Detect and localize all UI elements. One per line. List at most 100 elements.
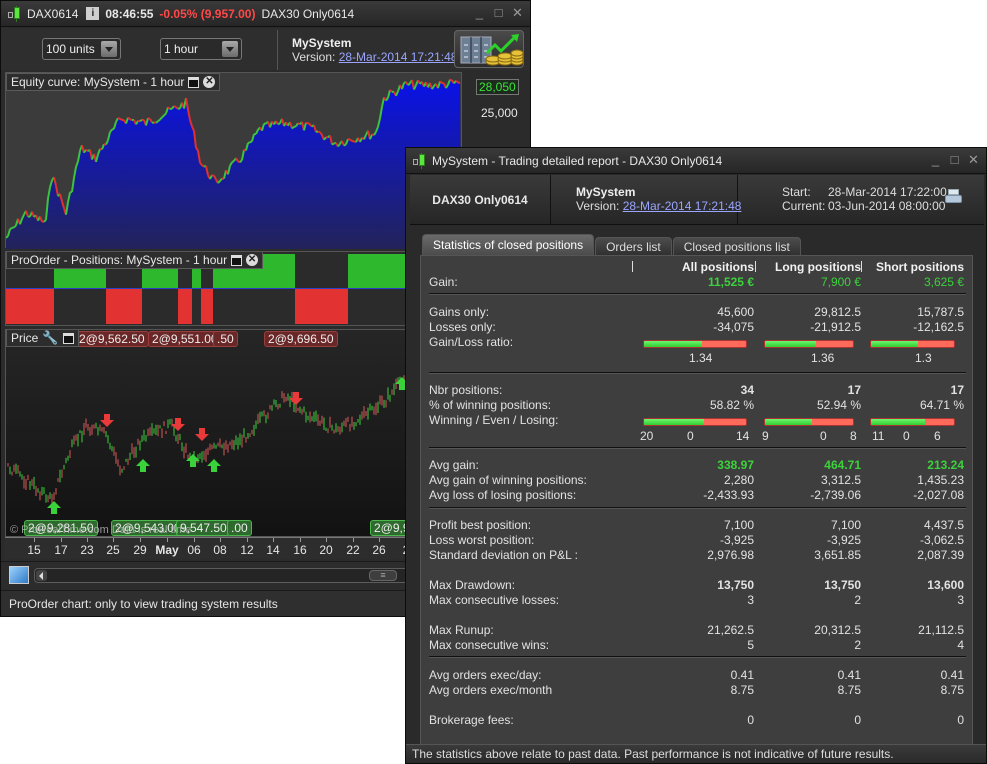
window-icon[interactable] xyxy=(231,254,243,266)
stat-value-all: 338.97 xyxy=(717,458,754,472)
chart-settings-icon[interactable] xyxy=(9,566,29,584)
current-value: 03-Jun-2014 08:00:00 xyxy=(828,199,946,213)
stat-row-profit-best: Profit best position: 7,100 7,100 4,437.5 xyxy=(421,518,974,533)
sell-arrow-icon xyxy=(195,428,209,441)
stat-value-long: 2 xyxy=(854,593,861,607)
close-icon[interactable]: ✕ xyxy=(203,76,216,88)
wrench-icon[interactable]: 🔧 xyxy=(42,330,58,346)
stat-label: Winning / Even / Losing: xyxy=(429,413,559,427)
stat-row-avg-orders-month: Avg orders exec/month 8.75 8.75 8.75 xyxy=(421,683,974,698)
sell-arrow-icon xyxy=(171,418,185,431)
stat-value-short: 8.75 xyxy=(940,683,964,697)
equity-segment xyxy=(139,119,143,123)
equity-segment xyxy=(175,106,179,110)
quantity-select[interactable]: 100 units xyxy=(42,38,121,60)
close-icon[interactable]: ✕ xyxy=(246,254,259,266)
stat-row-max-drawdown: Max Drawdown: 13,750 13,750 13,600 xyxy=(421,578,974,593)
stat-value-all: 3 xyxy=(747,593,754,607)
stat-row-avg-gain: Avg gain: 338.97 464.71 213.24 xyxy=(421,458,974,473)
window-icon[interactable] xyxy=(62,332,74,344)
minimize-button[interactable]: _ xyxy=(929,152,942,168)
version-link[interactable]: 28-Mar-2014 17:21:48 xyxy=(339,50,458,64)
equity-segment xyxy=(441,82,445,85)
short-position-segment xyxy=(295,289,348,324)
equity-segment xyxy=(157,118,161,123)
stat-row-win-even-lose: Winning / Even / Losing: 20 0 14 9 0 8 11 0 6 xyxy=(421,413,974,443)
stat-row-nbr-positions: Nbr positions: 34 17 17 xyxy=(421,383,974,398)
equity-panel-label: Equity curve: MySystem - 1 hour ✕ xyxy=(6,73,221,91)
x-axis-tick-mark xyxy=(220,538,221,542)
printer-icon[interactable] xyxy=(945,189,962,206)
x-axis-tick-mark xyxy=(194,538,195,542)
equity-segment xyxy=(439,80,443,84)
tab-statistics[interactable]: Statistics of closed positions xyxy=(422,234,595,256)
stat-label: Max Runup: xyxy=(429,623,494,637)
stat-value-all: -34,075 xyxy=(713,320,754,334)
version-link[interactable]: 28-Mar-2014 17:21:48 xyxy=(623,199,742,213)
minimize-button[interactable]: _ xyxy=(473,5,486,21)
win-portion xyxy=(871,419,925,425)
stat-value-long: 3,312.5 xyxy=(820,473,861,487)
x-axis-tick: 22 xyxy=(346,543,360,557)
stat-row-std-dev: Standard deviation on P&L : 2,976.98 3,651… xyxy=(421,548,974,563)
stat-value-all: 58.82 % xyxy=(709,398,754,412)
report-window-titlebar[interactable]: MySystem - Trading detailed report - DAX… xyxy=(406,148,986,174)
maximize-button[interactable]: □ xyxy=(948,152,961,168)
stat-value-short: 2,087.39 xyxy=(917,548,964,562)
equity-segment xyxy=(13,224,17,229)
equity-segment xyxy=(277,122,281,126)
stat-value-long: -2,739.06 xyxy=(810,488,861,502)
equity-segment xyxy=(249,140,253,144)
equity-area xyxy=(6,79,461,249)
stat-label: Losses only: xyxy=(429,320,496,334)
info-icon[interactable]: i xyxy=(86,7,100,20)
timeframe-select[interactable]: 1 hour xyxy=(160,38,242,60)
close-button[interactable]: ✕ xyxy=(967,152,980,168)
x-axis-tick: 08 xyxy=(213,543,227,557)
current-label: Current: xyxy=(782,199,826,213)
tab-orders-list[interactable]: Orders list xyxy=(595,237,672,256)
equity-panel-title: Equity curve: MySystem - 1 hour xyxy=(11,75,185,89)
window-icon[interactable] xyxy=(188,76,200,88)
stat-label: Brokerage fees: xyxy=(429,713,514,727)
stat-value-short: 3,625 € xyxy=(923,275,964,289)
chevron-down-icon xyxy=(222,41,238,57)
close-button[interactable]: ✕ xyxy=(511,5,524,21)
maximize-button[interactable]: □ xyxy=(492,5,505,21)
detailed-report-button[interactable] xyxy=(454,30,524,68)
stat-label: Gain: xyxy=(429,275,458,289)
losing-count: 8 xyxy=(850,429,857,443)
column-header-all: All positions xyxy=(682,260,754,274)
report-instrument: DAX30 Only0614 xyxy=(410,175,551,225)
stat-value-all: 11,525 € xyxy=(707,275,754,289)
scroll-left-button[interactable] xyxy=(36,570,47,581)
stat-value-short: 3 xyxy=(957,593,964,607)
stat-value-short: 17 xyxy=(950,383,964,397)
stat-row-max-consec-wins: Max consecutive wins: 5 2 4 xyxy=(421,638,974,653)
instrument-name: DAX30 Only0614 xyxy=(261,6,355,21)
stat-value-short: 21,112.5 xyxy=(918,623,964,637)
scroll-thumb[interactable]: ≡ xyxy=(369,570,397,581)
stat-label: Gain/Loss ratio: xyxy=(429,335,514,349)
equity-segment xyxy=(307,122,311,126)
buy-order-tag: .00 xyxy=(227,520,252,536)
stat-row-max-runup: Max Runup: 21,262.5 20,312.5 21,112.5 xyxy=(421,623,974,638)
stat-row-avg-orders-day: Avg orders exec/day: 0.41 0.41 0.41 xyxy=(421,668,974,683)
stat-row-brokerage-fees: Brokerage fees: 0 0 0 xyxy=(421,713,974,728)
chart-window-titlebar[interactable]: DAX0614 i 08:46:55 -0.05% (9,957.00) DAX… xyxy=(1,1,530,27)
stat-value-all: 2,280 xyxy=(723,473,754,487)
stat-value-long: 17 xyxy=(847,383,861,397)
stat-value-long: 8.75 xyxy=(837,683,861,697)
stat-value-short: 15,787.5 xyxy=(917,305,964,319)
x-axis-tick: 12 xyxy=(240,543,254,557)
stat-label: Profit best position: xyxy=(429,518,532,532)
stat-value-short: 0 xyxy=(957,713,964,727)
stat-row-loss-worst: Loss worst position: -3,925 -3,925 -3,062.5 xyxy=(421,533,974,548)
sell-order-tag: 2@9,562.50 xyxy=(75,331,149,347)
section-divider xyxy=(429,447,966,449)
candlestick-icon xyxy=(412,152,428,169)
stat-value-long: 3,651.85 xyxy=(814,548,861,562)
stat-value-all: 45,600 xyxy=(717,305,754,319)
x-axis-tick-mark xyxy=(167,538,168,542)
tab-closed-positions-list[interactable]: Closed positions list xyxy=(672,237,801,256)
